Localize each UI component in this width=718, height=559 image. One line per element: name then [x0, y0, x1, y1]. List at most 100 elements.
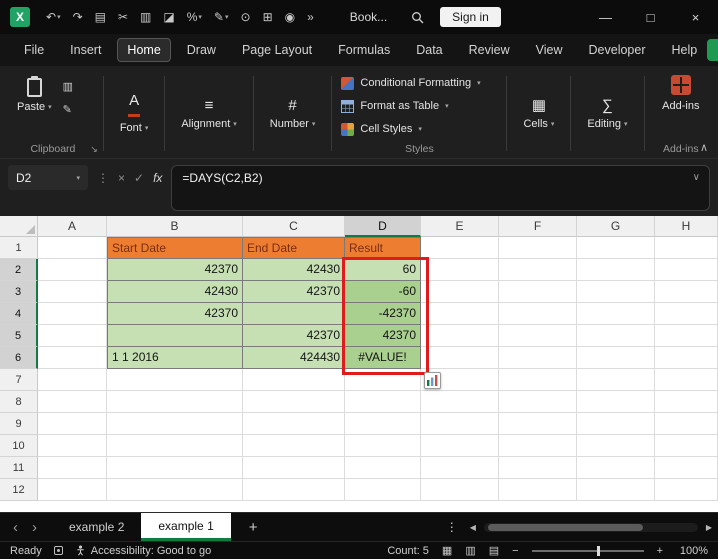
- cell-C12[interactable]: [243, 479, 345, 501]
- zoom-slider-thumb[interactable]: [596, 545, 600, 556]
- quick-analysis-button[interactable]: [424, 372, 441, 389]
- sheet-nav-right-icon[interactable]: ›: [25, 519, 44, 536]
- copy-button[interactable]: ▥: [138, 9, 153, 25]
- sheet-tab-example-2[interactable]: example 2: [52, 513, 141, 541]
- cell-D9[interactable]: [345, 413, 421, 435]
- column-header-D[interactable]: D: [345, 216, 421, 237]
- cut-button[interactable]: ✂: [116, 9, 130, 25]
- cell-F1[interactable]: [499, 237, 577, 259]
- cell-A8[interactable]: [38, 391, 107, 413]
- tab-page-layout[interactable]: Page Layout: [232, 38, 322, 62]
- alignment-group-button[interactable]: ≡ Alignment ▾: [170, 69, 247, 158]
- addins-button[interactable]: Add-ins: [650, 69, 713, 141]
- cell-E10[interactable]: [421, 435, 499, 457]
- collapse-ribbon-button[interactable]: ∧: [700, 141, 708, 154]
- cell-B12[interactable]: [107, 479, 243, 501]
- maximize-button[interactable]: □: [628, 0, 673, 34]
- enter-formula-icon[interactable]: ✓: [134, 165, 144, 190]
- cell-G6[interactable]: [577, 347, 655, 369]
- column-header-F[interactable]: F: [499, 216, 577, 237]
- cell-E9[interactable]: [421, 413, 499, 435]
- cell-H4[interactable]: [655, 303, 718, 325]
- cell-A6[interactable]: [38, 347, 107, 369]
- cell-F7[interactable]: [499, 369, 577, 391]
- cell-B7[interactable]: [107, 369, 243, 391]
- cell-C3[interactable]: 42370: [243, 281, 345, 303]
- cell-A12[interactable]: [38, 479, 107, 501]
- cell-E6[interactable]: [421, 347, 499, 369]
- column-header-E[interactable]: E: [421, 216, 499, 237]
- row-header-3[interactable]: 3: [0, 281, 38, 303]
- cell-H7[interactable]: [655, 369, 718, 391]
- macro-record-icon[interactable]: [53, 546, 63, 555]
- tab-developer[interactable]: Developer: [579, 38, 656, 62]
- cell-C9[interactable]: [243, 413, 345, 435]
- cell-D10[interactable]: [345, 435, 421, 457]
- column-header-G[interactable]: G: [577, 216, 655, 237]
- cell-G4[interactable]: [577, 303, 655, 325]
- formula-input[interactable]: =DAYS(C2,B2) ∨: [171, 165, 710, 211]
- cell-A4[interactable]: [38, 303, 107, 325]
- row-header-7[interactable]: 7: [0, 369, 38, 391]
- sheet-options-icon[interactable]: ⋮: [442, 520, 462, 534]
- paste-button[interactable]: Paste ▾: [8, 72, 61, 116]
- cell-A5[interactable]: [38, 325, 107, 347]
- cell-H11[interactable]: [655, 457, 718, 479]
- cell-G12[interactable]: [577, 479, 655, 501]
- page-break-view-button[interactable]: ▤: [489, 544, 499, 557]
- close-button[interactable]: ×: [673, 0, 718, 34]
- cell-F12[interactable]: [499, 479, 577, 501]
- cell-E8[interactable]: [421, 391, 499, 413]
- cell-G10[interactable]: [577, 435, 655, 457]
- excel-logo-icon[interactable]: X: [10, 7, 30, 27]
- cell-C8[interactable]: [243, 391, 345, 413]
- cell-B6[interactable]: 1 1 2016: [107, 347, 243, 369]
- cell-B10[interactable]: [107, 435, 243, 457]
- insert-function-icon[interactable]: fx: [153, 165, 162, 190]
- tab-insert[interactable]: Insert: [60, 38, 111, 62]
- cell-H6[interactable]: [655, 347, 718, 369]
- cell-F3[interactable]: [499, 281, 577, 303]
- sheet-nav-left-icon[interactable]: ‹: [6, 519, 25, 536]
- cell-E1[interactable]: [421, 237, 499, 259]
- search-button[interactable]: [411, 11, 424, 24]
- cell-C6[interactable]: 424430: [243, 347, 345, 369]
- cell-D4[interactable]: -42370: [345, 303, 421, 325]
- zoom-out-button[interactable]: −: [512, 545, 518, 557]
- number-group-button[interactable]: # Number ▾: [259, 69, 327, 158]
- horizontal-scrollbar-thumb[interactable]: [487, 523, 643, 531]
- editing-group-button[interactable]: ∑ Editing ▾: [576, 69, 638, 158]
- tab-data[interactable]: Data: [406, 38, 452, 62]
- new-sheet-button[interactable]: +: [237, 519, 270, 536]
- cell-F4[interactable]: [499, 303, 577, 325]
- cell-D12[interactable]: [345, 479, 421, 501]
- pin-button[interactable]: ⊙: [239, 9, 253, 25]
- cell-C5[interactable]: 42370: [243, 325, 345, 347]
- cell-D7[interactable]: [345, 369, 421, 391]
- cell-F8[interactable]: [499, 391, 577, 413]
- row-header-10[interactable]: 10: [0, 435, 38, 457]
- cell-G1[interactable]: [577, 237, 655, 259]
- cell-H1[interactable]: [655, 237, 718, 259]
- chart-button[interactable]: ◪: [161, 9, 176, 25]
- cell-F5[interactable]: [499, 325, 577, 347]
- cancel-formula-icon[interactable]: ×: [118, 165, 125, 190]
- clipboard-dialog-launcher-icon[interactable]: ↘: [90, 144, 98, 155]
- cell-E11[interactable]: [421, 457, 499, 479]
- cell-H3[interactable]: [655, 281, 718, 303]
- row-header-1[interactable]: 1: [0, 237, 38, 259]
- cell-B2[interactable]: 42370: [107, 259, 243, 281]
- cell-H8[interactable]: [655, 391, 718, 413]
- cell-A1[interactable]: [38, 237, 107, 259]
- row-header-4[interactable]: 4: [0, 303, 38, 325]
- camera-button[interactable]: ◉: [283, 9, 297, 25]
- tab-file[interactable]: File: [14, 38, 54, 62]
- cell-D3[interactable]: -60: [345, 281, 421, 303]
- row-header-2[interactable]: 2: [0, 259, 38, 281]
- cell-A9[interactable]: [38, 413, 107, 435]
- row-header-11[interactable]: 11: [0, 457, 38, 479]
- cell-C2[interactable]: 42430: [243, 259, 345, 281]
- accessibility-status[interactable]: Accessibility: Good to go: [75, 545, 211, 557]
- cell-F6[interactable]: [499, 347, 577, 369]
- row-header-5[interactable]: 5: [0, 325, 38, 347]
